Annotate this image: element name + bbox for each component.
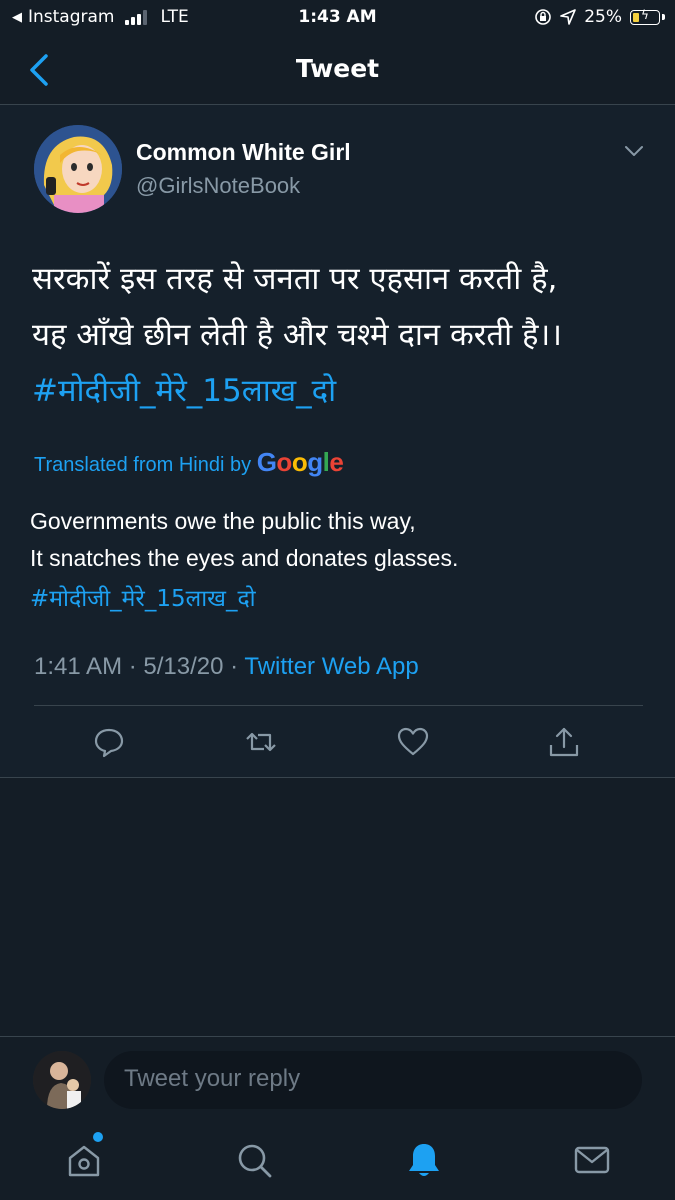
heart-icon[interactable] [396,725,430,759]
retweet-icon[interactable] [244,725,278,759]
author-avatar[interactable] [34,125,122,213]
user-avatar[interactable] [33,1051,91,1109]
home-icon[interactable] [64,1140,104,1180]
translated-label: Translated from Hindi by Google [34,447,344,478]
tweet-timestamp: 1:41 AM · 5/13/20 · [34,653,239,680]
status-right: 25% ϟ [534,7,665,27]
hashtag-link[interactable]: #मोदीजी_मेरे_15लाख_दो [32,363,652,419]
tweet-source-link[interactable]: Twitter Web App [244,653,418,680]
chevron-down-icon[interactable] [622,143,646,159]
location-icon [560,9,577,25]
mail-icon[interactable] [572,1140,612,1180]
orientation-lock-icon [535,9,552,25]
reply-placeholder: Tweet your reply [124,1065,301,1092]
status-bar: ◀ Instagram LTE 1:43 AM 25% ϟ [0,0,675,36]
battery-icon: ϟ [630,8,660,25]
battery-percent: 25% [584,7,622,27]
search-icon[interactable] [234,1140,274,1180]
bell-icon[interactable] [404,1140,444,1180]
google-logo: Google [256,447,344,477]
notification-dot [93,1132,103,1142]
translation-text: Governments owe the public this way, It … [30,508,459,571]
tweet-meta: 1:41 AM · 5/13/20 · Twitter Web App [34,653,419,681]
reply-bar: Tweet your reply [0,1036,675,1123]
author-name[interactable]: Common White Girl [136,139,351,166]
translated-from-text: Translated from Hindi by [34,454,252,476]
tweet-text: सरकारें इस तरह से जनता पर एहसान करती है,… [32,251,652,419]
page-title: Tweet [295,54,380,83]
tweet-detail: Common White Girl @GirlsNoteBook सरकारें… [0,105,675,778]
share-icon[interactable] [547,725,581,759]
tweet-text-line: यह आँखे छीन लेती है और चश्मे दान करती है… [32,317,562,353]
translation-hashtag-link[interactable]: #मोदीजी_मेरे_15लाख_दो [30,581,256,613]
top-nav: Tweet [0,36,675,105]
reply-input[interactable]: Tweet your reply [104,1051,642,1109]
reply-icon[interactable] [92,725,126,759]
tweet-text-line: सरकारें इस तरह से जनता पर एहसान करती है, [32,261,558,297]
divider [34,705,643,706]
author-handle[interactable]: @GirlsNoteBook [136,173,300,199]
